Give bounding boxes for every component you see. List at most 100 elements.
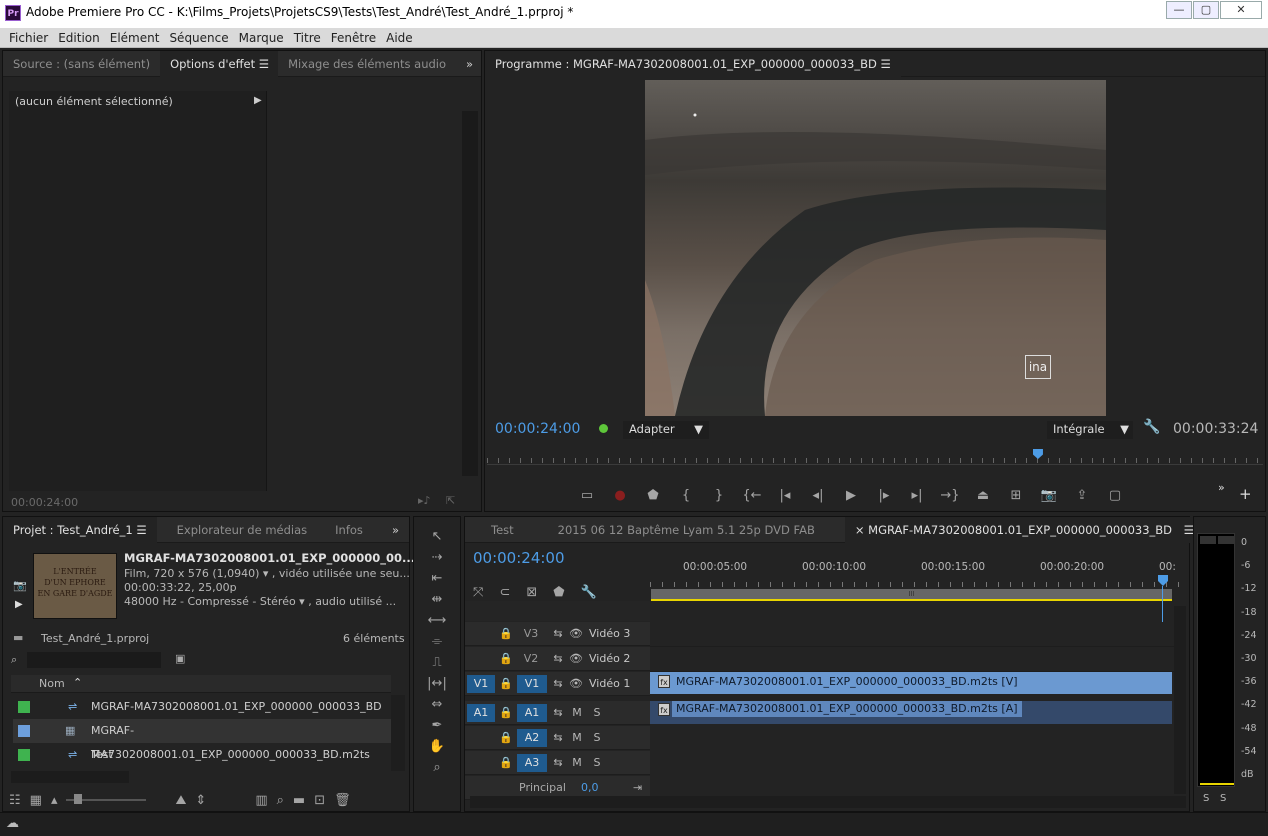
eye-icon[interactable]: 👁: [569, 675, 583, 693]
project-hscrollbar[interactable]: [11, 771, 129, 783]
lock-icon[interactable]: 🔒: [499, 675, 513, 693]
column-header[interactable]: Nom ⌃: [11, 675, 391, 693]
menu-edition[interactable]: Edition: [53, 31, 105, 45]
lock-icon[interactable]: 🔒: [499, 704, 513, 722]
creative-cloud-icon[interactable]: ☁: [6, 816, 19, 831]
add-button-icon[interactable]: +: [1239, 485, 1252, 503]
icon-view-icon[interactable]: ▦: [30, 793, 42, 808]
record-icon[interactable]: ●: [610, 488, 630, 503]
project-vscrollbar[interactable]: [391, 695, 405, 771]
camera-icon[interactable]: 📷: [1039, 488, 1059, 503]
step-back-icon[interactable]: ◂|: [808, 488, 828, 503]
slide-tool-icon[interactable]: ⇔: [432, 697, 443, 714]
lock-icon[interactable]: 🔒: [499, 650, 513, 668]
tab-program[interactable]: Programme : MGRAF-MA7302008001.01_EXP_00…: [485, 50, 901, 77]
timeline-current-timecode[interactable]: 00:00:24:00: [473, 549, 565, 567]
audio-play-icon[interactable]: ▸♪: [418, 494, 431, 507]
overflow-icon[interactable]: »: [1218, 481, 1225, 494]
tab-source[interactable]: Source : (sans élément): [3, 51, 160, 77]
expand-arrow-icon[interactable]: ▶: [254, 95, 262, 106]
safe-margins-icon[interactable]: ▭: [577, 488, 597, 503]
nest-toggle-icon[interactable]: ⤧: [473, 585, 483, 600]
meter-solo-right[interactable]: S: [1220, 793, 1226, 804]
track-label-a3[interactable]: A3: [517, 754, 547, 772]
sync-lock-icon[interactable]: ⇆: [551, 729, 565, 747]
eye-icon[interactable]: 👁: [569, 650, 583, 668]
tab-sequence-bapteme[interactable]: 2015 06 12 Baptême Lyam 5.1 25p DVD FAB: [530, 517, 845, 543]
list-view-icon[interactable]: ☷: [9, 793, 21, 808]
solo-button[interactable]: S: [591, 704, 603, 722]
go-to-in-icon[interactable]: {←: [742, 488, 762, 503]
zoom-select[interactable]: Adapter ▼: [623, 421, 709, 439]
step-forward-edit-icon[interactable]: ▸|: [907, 488, 927, 503]
label-color-swatch[interactable]: [18, 749, 30, 761]
hand-tool-icon[interactable]: ✋: [429, 739, 445, 756]
label-color-swatch[interactable]: [18, 725, 30, 737]
track-label-a2[interactable]: A2: [517, 729, 547, 747]
minimize-button[interactable]: —: [1166, 1, 1192, 19]
menu-sequence[interactable]: Séquence: [164, 31, 233, 45]
timeline-ruler[interactable]: 00:00:05:00 00:00:10:00 00:00:15:00 00:0…: [650, 557, 1180, 603]
add-marker-icon[interactable]: ⬟: [553, 585, 564, 600]
sync-lock-icon[interactable]: ⇆: [551, 754, 565, 772]
menu-fenetre[interactable]: Fenêtre: [326, 31, 381, 45]
rolling-edit-tool-icon[interactable]: ⇹: [432, 592, 443, 609]
tab-menu-icon[interactable]: ☰: [136, 523, 146, 537]
list-item[interactable]: ⇌ Test: [13, 743, 393, 767]
automate-sequence-icon[interactable]: ▥: [255, 793, 267, 808]
sync-lock-icon[interactable]: ⇆: [551, 704, 565, 722]
panel-overflow-icon[interactable]: »: [456, 51, 483, 77]
track-label-v1[interactable]: V1: [517, 675, 547, 693]
mute-button[interactable]: M: [571, 704, 583, 722]
sync-lock-icon[interactable]: ⇆: [551, 675, 565, 693]
sync-lock-icon[interactable]: ⇆: [551, 650, 565, 668]
column-name-header[interactable]: Nom: [39, 677, 65, 690]
step-back-edit-icon[interactable]: |◂: [775, 488, 795, 503]
panel-overflow-icon[interactable]: »: [382, 517, 409, 543]
timeline-settings-wrench-icon[interactable]: 🔧: [581, 585, 597, 600]
solo-button[interactable]: S: [591, 729, 603, 747]
comment-icon[interactable]: ▢: [1105, 488, 1125, 503]
program-menu-icon[interactable]: ☰: [881, 57, 891, 71]
search-input[interactable]: [27, 652, 161, 668]
program-scrub-ruler[interactable]: [487, 449, 1263, 463]
eye-icon[interactable]: 👁: [569, 625, 583, 643]
track-label-v2[interactable]: V2: [519, 650, 543, 668]
mark-in-icon[interactable]: {: [676, 488, 696, 503]
quality-select[interactable]: Intégrale ▼: [1047, 421, 1133, 439]
sort-ascending-icon[interactable]: ⌃: [73, 676, 82, 689]
lock-icon[interactable]: 🔒: [499, 625, 513, 643]
add-marker-icon[interactable]: ⬟: [643, 488, 663, 503]
mute-button[interactable]: M: [571, 729, 583, 747]
solo-button[interactable]: S: [591, 754, 603, 772]
tab-sequence-test[interactable]: Test: [465, 517, 530, 543]
list-item[interactable]: ⇌ MGRAF-MA7302008001.01_EXP_000000_00003…: [13, 695, 393, 719]
play-icon[interactable]: ▶: [841, 488, 861, 503]
list-item[interactable]: ▦ MGRAF-MA7302008001.01_EXP_000000_00003…: [13, 719, 393, 761]
extract-icon[interactable]: ⊞: [1006, 488, 1026, 503]
mute-button[interactable]: M: [571, 754, 583, 772]
lift-icon[interactable]: ⏏: [973, 488, 993, 503]
tab-menu-icon[interactable]: ☰: [259, 57, 269, 71]
menu-element[interactable]: Elément: [105, 31, 165, 45]
program-current-timecode[interactable]: 00:00:24:00: [495, 421, 580, 437]
track-label-v3[interactable]: V3: [519, 625, 543, 643]
ripple-edit-tool-icon[interactable]: ⇤: [432, 571, 443, 588]
play-thumbnail-icon[interactable]: ▶: [15, 599, 23, 610]
snap-icon[interactable]: ⊂: [499, 585, 510, 600]
menu-fichier[interactable]: Fichier: [4, 31, 53, 45]
menu-aide[interactable]: Aide: [381, 31, 418, 45]
sync-lock-icon[interactable]: ⇆: [551, 625, 565, 643]
razor-tool-icon[interactable]: ⌯: [432, 634, 442, 651]
slip-tool-icon[interactable]: |↔|: [427, 676, 447, 693]
timeline-vscrollbar[interactable]: [1174, 606, 1186, 794]
selection-tool-icon[interactable]: ↖: [432, 529, 443, 546]
work-area-handle[interactable]: III: [908, 590, 914, 598]
tab-sequence-mgraf[interactable]: × MGRAF-MA7302008001.01_EXP_000000_00003…: [844, 516, 1204, 543]
menu-titre[interactable]: Titre: [289, 31, 326, 45]
linked-selection-icon[interactable]: ⊠: [526, 585, 537, 600]
tab-audio-mixer[interactable]: Mixage des éléments audio: [278, 51, 456, 77]
lock-icon[interactable]: 🔒: [499, 754, 513, 772]
export-icon[interactable]: ⇪: [1072, 488, 1092, 503]
meter-solo-left[interactable]: S: [1203, 793, 1209, 804]
